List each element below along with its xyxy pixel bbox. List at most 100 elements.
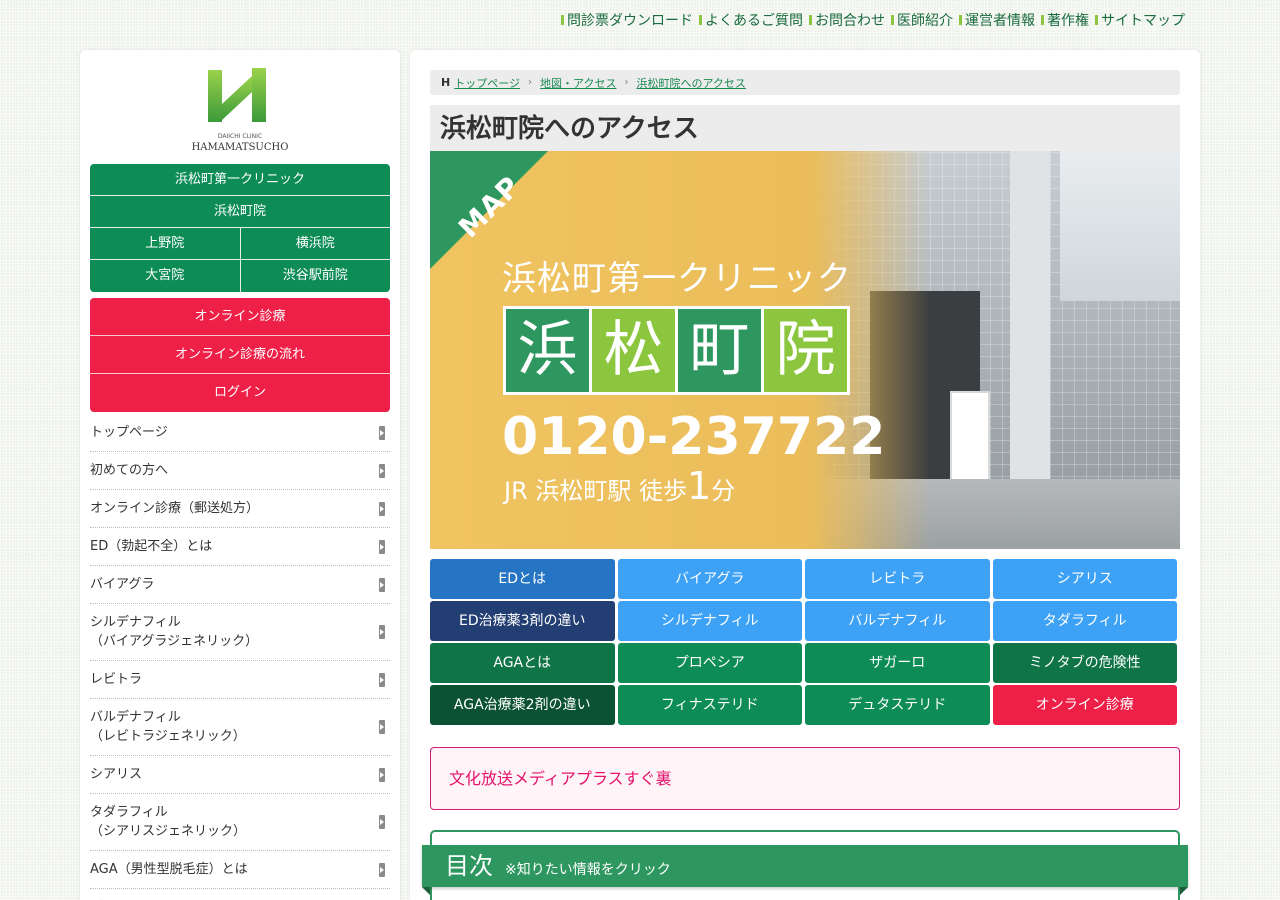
walk-minutes: 1 (687, 464, 712, 508)
breadcrumb: H トップページ › 地図・アクセス › 浜松町院へのアクセス (430, 70, 1180, 95)
side-menu-label: AGA（男性型脱毛症）とは (90, 862, 248, 877)
topic-button[interactable]: ザガーロ (805, 643, 990, 683)
online-flow-link[interactable]: オンライン診療の流れ (90, 336, 390, 374)
top-nav-label: 問診票ダウンロード (567, 13, 693, 29)
nav-bar-icon (699, 15, 702, 25)
topic-button[interactable]: AGAとは (430, 643, 615, 683)
walk-suffix: 分 (711, 477, 736, 505)
topic-button[interactable]: AGA治療薬2剤の違い (430, 685, 615, 725)
side-menu-label: 初めての方へ (90, 463, 169, 478)
topic-button[interactable]: オンライン診療 (992, 685, 1177, 725)
sidebar: DAIICHI CLINIC HAMAMATSUCHO 浜松町第一クリニック 浜… (80, 50, 400, 900)
branch-main-link[interactable]: 浜松町第一クリニック (90, 164, 390, 196)
breadcrumb-top-link[interactable]: トップページ (454, 75, 520, 91)
home-icon[interactable]: H (441, 76, 450, 89)
side-menu-item[interactable]: シアリス (90, 756, 390, 794)
nav-bar-icon (561, 15, 564, 25)
hero-banner: MAP 浜松町第一クリニック 浜松町院 0120-237722 JR 浜松町駅 … (430, 151, 1180, 549)
notice-box: 文化放送メディアプラスすぐ裏 (430, 747, 1180, 810)
toc-subheading: ※知りたい情報をクリック (505, 862, 671, 878)
breadcrumb-current-link[interactable]: 浜松町院へのアクセス (636, 75, 745, 91)
topic-button[interactable]: EDとは (430, 559, 615, 599)
side-menu-label: トップページ (90, 425, 168, 440)
top-nav-label: 著作権 (1047, 13, 1089, 29)
top-nav-link[interactable]: 運営者情報 (959, 10, 1035, 30)
side-menu-label: オンライン診療（郵送処方） (90, 501, 260, 516)
branch-shibuya-link[interactable]: 渋谷駅前院 (239, 260, 390, 292)
hero-tile: 松 (592, 309, 675, 392)
hero-tile: 浜 (506, 309, 589, 392)
side-menu-item[interactable]: 初めての方へ (90, 452, 390, 490)
side-menu-label: バイアグラ (90, 577, 155, 592)
nav-bar-icon (1095, 15, 1098, 25)
side-menu-label: バルデナフィル （レビトラジェネリック） (90, 710, 246, 744)
side-menu-item[interactable]: トップページ (90, 414, 390, 452)
login-button[interactable]: ログイン (90, 374, 390, 412)
side-menu-item[interactable]: プロペシア (90, 889, 390, 900)
arrow-right-icon (379, 815, 385, 829)
hero-clinic-name: 浜松町第一クリニック (502, 259, 852, 299)
top-nav: 問診票ダウンロード よくあるご質問 お問合わせ 医師紹介 運営者情報 著作権 サイトマップ (561, 10, 1185, 30)
topic-button[interactable]: バイアグラ (617, 559, 802, 599)
branch-ueno-link[interactable]: 上野院 (90, 228, 240, 260)
nav-bar-icon (891, 15, 894, 25)
top-nav-link[interactable]: 医師紹介 (891, 10, 953, 30)
clinic-building-photo (810, 151, 1180, 549)
side-menu-item[interactable]: レビトラ (90, 661, 390, 699)
top-nav-label: よくあるご質問 (705, 13, 803, 29)
breadcrumb-map-link[interactable]: 地図・アクセス (540, 75, 616, 91)
topic-button[interactable]: シアリス (992, 559, 1177, 599)
arrow-right-icon (379, 720, 385, 734)
top-nav-link[interactable]: 問診票ダウンロード (561, 10, 693, 30)
top-nav-link[interactable]: サイトマップ (1095, 10, 1185, 30)
side-menu-item[interactable]: バルデナフィル （レビトラジェネリック） (90, 699, 390, 756)
side-menu-item[interactable]: タダラフィル （シアリスジェネリック） (90, 794, 390, 851)
breadcrumb-separator-icon: › (624, 77, 629, 88)
topic-button[interactable]: ED治療薬3剤の違い (430, 601, 615, 641)
topic-button[interactable]: デュタステリド (805, 685, 990, 725)
side-menu-label: タダラフィル （シアリスジェネリック） (90, 805, 247, 839)
clinic-logo[interactable]: DAIICHI CLINIC HAMAMATSUCHO (190, 64, 290, 154)
side-menu-label: レビトラ (90, 672, 143, 687)
side-menu: トップページ 初めての方へオンライン診療（郵送処方） ED（勃起不全）とは バイアグラ… (90, 414, 390, 900)
main-content: H トップページ › 地図・アクセス › 浜松町院へのアクセス 浜松町院へのアク… (410, 50, 1200, 900)
top-nav-link[interactable]: お問合わせ (809, 10, 885, 30)
topic-button[interactable]: タダラフィル (992, 601, 1177, 641)
breadcrumb-separator-icon: › (528, 77, 532, 88)
arrow-right-icon (379, 625, 385, 639)
branch-hamamatsucho-link[interactable]: 浜松町院 (90, 196, 390, 228)
side-menu-item[interactable]: オンライン診療（郵送処方） (90, 490, 390, 528)
online-consultation-link[interactable]: オンライン診療 (90, 298, 390, 336)
nav-bar-icon (959, 15, 962, 25)
top-nav-label: 医師紹介 (897, 13, 953, 29)
side-menu-label: シアリス (90, 767, 143, 782)
topic-button[interactable]: バルデナフィル (805, 601, 990, 641)
hero-walk-time: JR 浜松町駅 徒歩1分 (504, 464, 735, 508)
top-nav-link[interactable]: よくあるご質問 (699, 10, 803, 30)
nav-bar-icon (809, 15, 812, 25)
topic-button[interactable]: フィナステリド (617, 685, 802, 725)
side-menu-item[interactable]: ED（勃起不全）とは (90, 528, 390, 566)
logo-line2: HAMAMATSUCHO (192, 142, 289, 153)
hero-phone-number: 0120-237722 (502, 407, 886, 467)
side-menu-item[interactable]: バイアグラ (90, 566, 390, 604)
clinic-branch-nav: 浜松町第一クリニック 浜松町院 上野院 横浜院 大宮院 渋谷駅前院 (90, 164, 390, 292)
arrow-right-icon (379, 862, 385, 877)
hero-tile: 町 (678, 309, 761, 392)
topic-button[interactable]: シルデナフィル (617, 601, 802, 641)
top-nav-link[interactable]: 著作権 (1041, 10, 1089, 30)
nav-bar-icon (1041, 15, 1044, 25)
arrow-right-icon (379, 463, 385, 478)
branch-omiya-link[interactable]: 大宮院 (90, 260, 240, 292)
topic-button[interactable]: レビトラ (805, 559, 990, 599)
branch-yokohama-link[interactable]: 横浜院 (239, 228, 390, 260)
toc-header: 目次 ※知りたい情報をクリック (422, 845, 1188, 895)
topic-button-grid: EDとは バイアグラ レビトラ シアリス ED治療薬3剤の違い シルデナフィル バルデナフィ… (430, 559, 1180, 725)
side-menu-label: ED（勃起不全）とは (90, 539, 213, 554)
side-menu-item[interactable]: AGA（男性型脱毛症）とは (90, 851, 390, 889)
logo-mark-icon: DAIICHI CLINIC HAMAMATSUCHO (192, 68, 289, 153)
topic-button[interactable]: ミノタブの危険性 (992, 643, 1177, 683)
topic-button[interactable]: プロペシア (617, 643, 802, 683)
side-menu-item[interactable]: シルデナフィル （バイアグラジェネリック） (90, 604, 390, 661)
arrow-right-icon (379, 425, 385, 440)
